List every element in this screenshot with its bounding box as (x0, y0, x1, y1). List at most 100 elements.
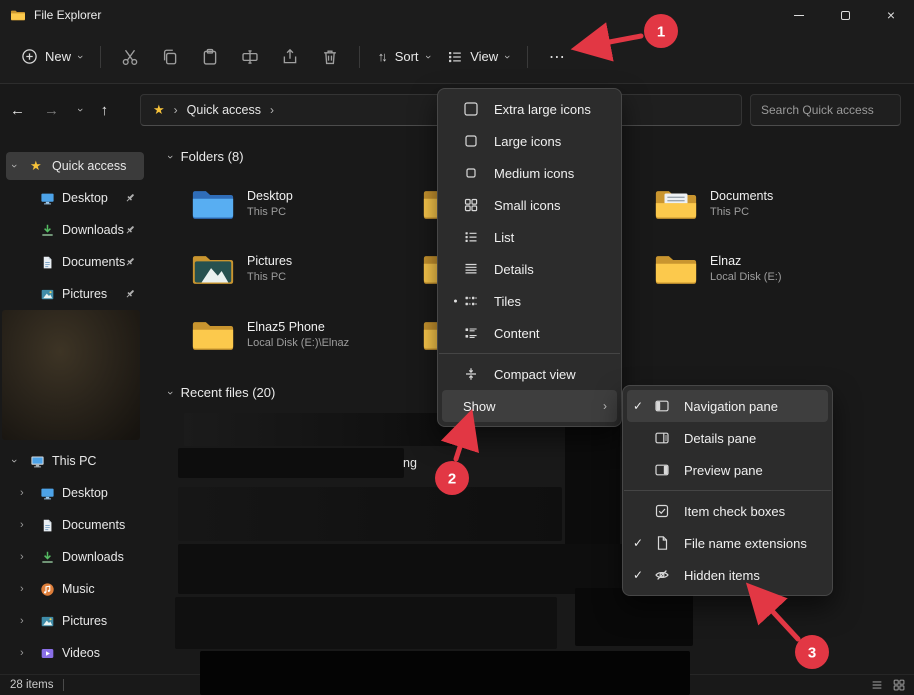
share-button[interactable] (270, 40, 310, 74)
menu-item-medium-icons[interactable]: Medium icons (442, 157, 617, 189)
details-view-toggle-icon[interactable] (870, 678, 884, 692)
submenu-item-navigation-pane[interactable]: ✓ Navigation pane (627, 390, 828, 422)
minimize-button[interactable] (776, 0, 822, 30)
expand-chevron-icon[interactable]: › (20, 647, 24, 659)
menu-item-small-icons[interactable]: Small icons (442, 189, 617, 221)
sort-icon: ↑↓ (378, 49, 388, 64)
sidebar-item-downloads[interactable]: Downloads (0, 216, 150, 244)
copy-button[interactable] (150, 40, 190, 74)
search-placeholder: Search Quick access (761, 103, 874, 117)
view-button[interactable]: View › (438, 42, 518, 72)
sidebar-item-label: Documents (62, 255, 125, 269)
collapse-chevron-icon[interactable]: › (164, 391, 176, 395)
desktop-icon (40, 486, 55, 501)
recent-locations-button[interactable]: › (74, 108, 86, 112)
menu-item-list[interactable]: List (442, 221, 617, 253)
submenu-item-label: File name extensions (684, 536, 807, 551)
submenu-item-hidden-items[interactable]: ✓ Hidden items (627, 559, 828, 591)
menu-item-label: Compact view (494, 367, 576, 382)
sidebar-item-label: Music (62, 582, 95, 596)
music-icon (40, 582, 55, 597)
menu-item-tiles[interactable]: ● Tiles (442, 285, 617, 317)
list-view-icon (463, 229, 481, 245)
up-button[interactable]: ↑ (101, 102, 109, 119)
sidebar-item-label: Videos (62, 646, 100, 660)
pin-icon (124, 256, 136, 268)
sidebar-item-quick-access[interactable]: › ★ Quick access (0, 152, 150, 180)
sidebar-item-pc-downloads[interactable]: › Downloads (0, 543, 150, 571)
sidebar-item-pictures[interactable]: Pictures (0, 280, 150, 308)
sidebar-item-pc-pictures[interactable]: › Pictures (0, 607, 150, 635)
menu-item-label: Extra large icons (494, 102, 591, 117)
breadcrumb-item-quick-access[interactable]: Quick access (187, 103, 261, 117)
menu-item-label: List (494, 230, 514, 245)
sidebar-item-pc-music[interactable]: › Music (0, 575, 150, 603)
collapse-chevron-icon[interactable]: › (8, 459, 20, 463)
folder-name: Documents (710, 189, 773, 203)
sidebar-item-this-pc[interactable]: › This PC (0, 447, 150, 475)
extra-large-icons-icon (463, 101, 481, 117)
expand-chevron-icon[interactable]: › (20, 487, 24, 499)
menu-item-details[interactable]: Details (442, 253, 617, 285)
expand-chevron-icon[interactable]: › (20, 615, 24, 627)
folders-section-header[interactable]: › Folders (8) (168, 149, 244, 164)
sort-button[interactable]: ↑↓ Sort › (369, 42, 439, 71)
folder-location: Local Disk (E:) (710, 271, 782, 283)
folder-name: Pictures (247, 254, 292, 268)
sidebar-item-pc-videos[interactable]: › Videos (0, 639, 150, 667)
submenu-item-file-name-extensions[interactable]: ✓ File name extensions (627, 527, 828, 559)
submenu-item-item-check-boxes[interactable]: Item check boxes (627, 495, 828, 527)
expand-chevron-icon[interactable]: › (20, 519, 24, 531)
menu-item-show[interactable]: Show › (442, 390, 617, 422)
delete-button[interactable] (310, 40, 350, 74)
collapse-chevron-icon[interactable]: › (164, 155, 176, 159)
rename-button[interactable] (230, 40, 270, 74)
sidebar-item-documents[interactable]: Documents (0, 248, 150, 276)
more-options-button[interactable]: ⋯ (537, 40, 577, 74)
menu-item-content[interactable]: Content (442, 317, 617, 349)
file-explorer-window: File Explorer × New › (0, 0, 914, 695)
expand-chevron-icon[interactable]: › (20, 583, 24, 595)
quick-access-star-icon: ★ (153, 102, 165, 118)
cut-button[interactable] (110, 40, 150, 74)
chevron-down-icon: › (74, 55, 86, 59)
expand-chevron-icon[interactable]: › (20, 551, 24, 563)
collapse-chevron-icon[interactable]: › (8, 164, 20, 168)
menu-item-large-icons[interactable]: Large icons (442, 125, 617, 157)
sidebar-item-label: Desktop (62, 486, 108, 500)
new-button[interactable]: New › (12, 41, 91, 72)
pictures-icon (40, 287, 55, 302)
document-icon (40, 255, 55, 270)
search-input[interactable]: Search Quick access (750, 94, 901, 126)
submenu-item-label: Preview pane (684, 463, 763, 478)
back-button[interactable]: ← (10, 102, 25, 119)
maximize-button[interactable] (822, 0, 868, 30)
menu-item-compact-view[interactable]: Compact view (442, 358, 617, 390)
statusbar-divider (63, 679, 64, 691)
sidebar-item-label: Downloads (62, 223, 124, 237)
rename-icon (241, 48, 259, 66)
paste-button[interactable] (190, 40, 230, 74)
submenu-item-details-pane[interactable]: Details pane (627, 422, 828, 454)
desktop-icon (40, 191, 55, 206)
forward-button[interactable]: → (44, 102, 59, 119)
sidebar-item-label: Pictures (62, 614, 107, 628)
submenu-item-preview-pane[interactable]: Preview pane (627, 454, 828, 486)
folder-tile-documents[interactable]: Documents This PC (653, 186, 878, 230)
downloads-icon (40, 550, 55, 565)
toolbar-divider (527, 46, 528, 68)
item-check-boxes-icon (654, 503, 671, 519)
close-button[interactable]: × (868, 0, 914, 30)
menu-divider (624, 490, 831, 491)
menu-item-extra-large-icons[interactable]: Extra large icons (442, 93, 617, 125)
folder-tile-elnaz[interactable]: Elnaz Local Disk (E:) (653, 251, 878, 295)
recent-files-section-header[interactable]: › Recent files (20) (168, 385, 275, 400)
sidebar-item-pc-documents[interactable]: › Documents (0, 511, 150, 539)
sidebar-item-desktop[interactable]: Desktop (0, 184, 150, 212)
sidebar-item-label: Desktop (62, 191, 108, 205)
thumbnail-view-toggle-icon[interactable] (892, 678, 906, 692)
folder-tile-pictures[interactable]: Pictures This PC (190, 251, 415, 295)
sidebar-item-pc-desktop[interactable]: › Desktop (0, 479, 150, 507)
folder-tile-elnaz5-phone[interactable]: Elnaz5 Phone Local Disk (E:)\Elnaz (190, 317, 415, 361)
folder-tile-desktop[interactable]: Desktop This PC (190, 186, 415, 230)
